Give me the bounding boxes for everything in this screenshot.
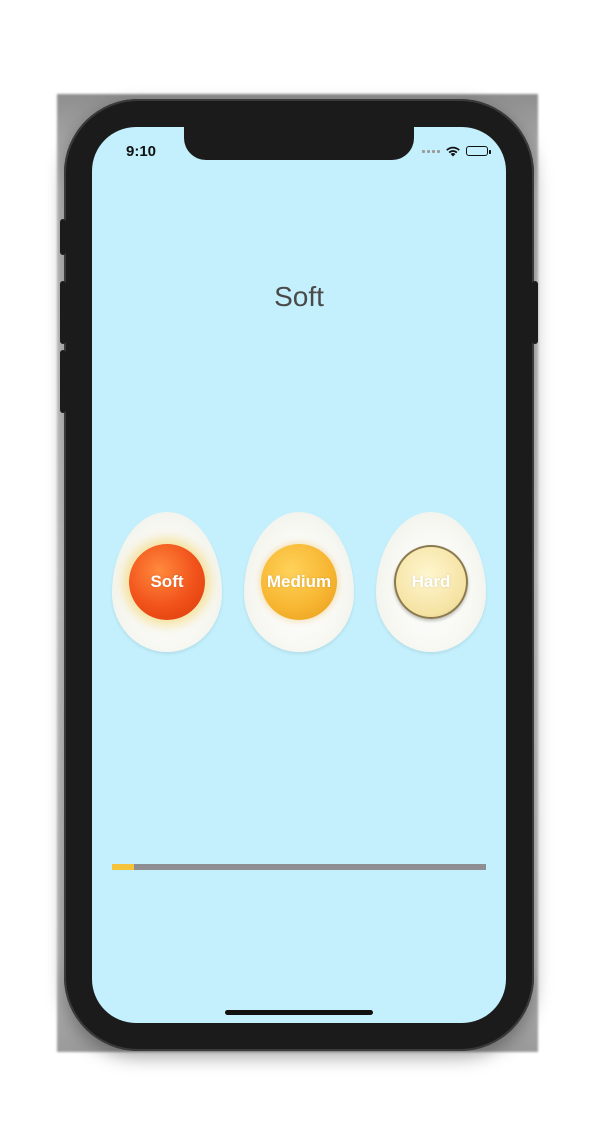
hard-egg-label: Hard [411, 572, 451, 591]
page-title: Soft [274, 281, 324, 312]
volume-down-button [60, 350, 66, 413]
app-screen: 9:10 Soft Soft Medium Hard [92, 127, 506, 1023]
power-button [532, 281, 538, 344]
progress-bar-fill [112, 864, 135, 870]
medium-egg-label: Medium [266, 572, 332, 591]
notch [184, 127, 414, 160]
soft-egg-button[interactable]: Soft [112, 512, 222, 652]
hard-yolk-icon: Hard [394, 545, 468, 619]
battery-icon [466, 146, 491, 156]
status-time: 9:10 [126, 143, 157, 160]
cellular-signal-icon [422, 149, 440, 153]
progress-bar [112, 864, 486, 870]
medium-egg-button[interactable]: Medium [244, 512, 354, 652]
hard-egg-button[interactable]: Hard [376, 512, 486, 652]
medium-yolk-icon: Medium [261, 544, 337, 620]
home-indicator[interactable] [225, 1010, 373, 1015]
status-icons [422, 145, 491, 157]
soft-egg-label: Soft [150, 572, 184, 591]
silent-switch [60, 219, 66, 255]
wifi-icon [446, 146, 460, 157]
soft-yolk-icon: Soft [129, 544, 205, 620]
volume-up-button [60, 281, 66, 344]
